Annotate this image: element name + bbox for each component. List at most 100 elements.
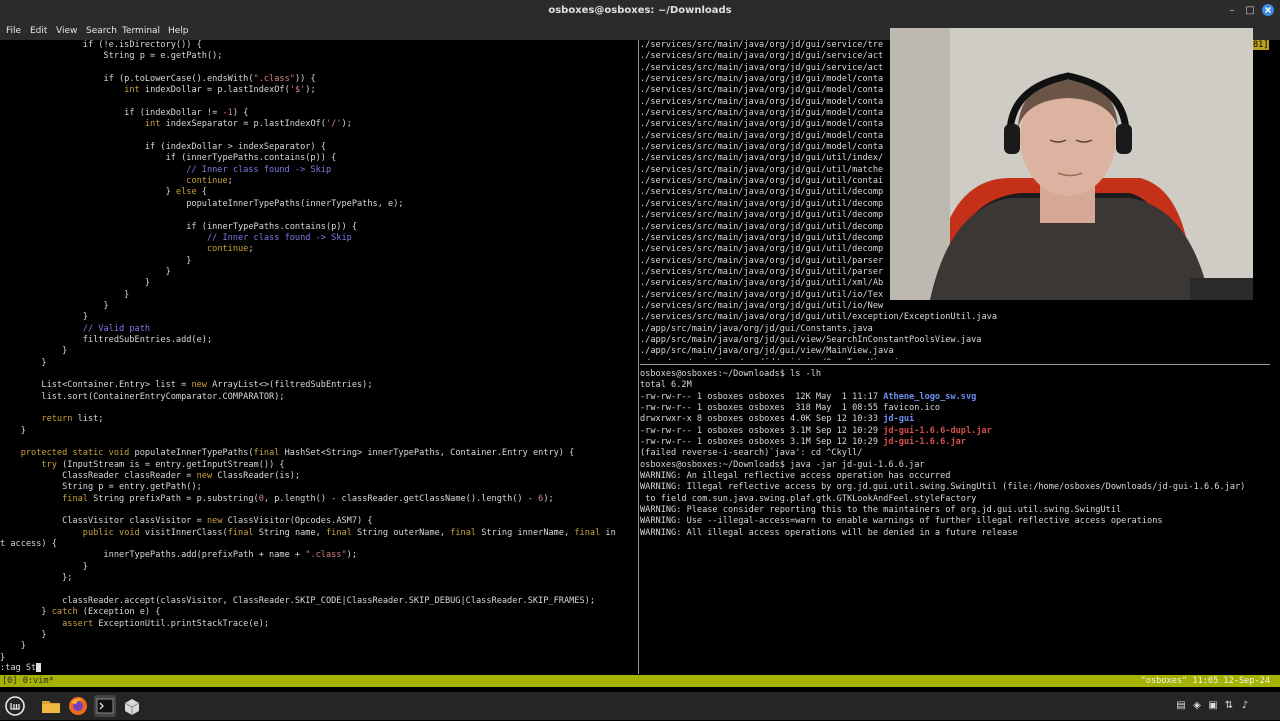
code-token: ".class" <box>253 74 295 85</box>
minimize-icon[interactable]: – <box>1224 3 1240 19</box>
package-icon[interactable] <box>121 695 143 717</box>
menu-edit[interactable]: Edit <box>30 22 47 40</box>
vim-editor-pane[interactable]: if (!e.isDirectory()) { String p = e.get… <box>0 40 637 674</box>
menu-help[interactable]: Help <box>168 22 189 40</box>
code-token: -1 <box>222 108 233 119</box>
menu-search[interactable]: Search <box>86 22 117 40</box>
code-line: populateInnerTypePaths(innerTypePaths, e… <box>0 199 637 210</box>
code-token: osboxes@osboxes:~/Downloads$ ls -lh <box>640 369 822 379</box>
code-token: ExceptionUtil.printStackTrace(e); <box>93 618 270 629</box>
code-line: if (p.toLowerCase().endsWith(".class")) … <box>0 74 637 85</box>
terminal-output-line: -rw-rw-r-- 1 osboxes osboxes 12K May 1 1… <box>640 392 1280 403</box>
code-token: ; <box>227 176 233 187</box>
terminal-output-line: ./app/src/main/java/org/jd/gui/view/Open… <box>640 358 1280 360</box>
vim-command-line[interactable]: :tag St <box>0 663 42 673</box>
files-icon[interactable] <box>40 695 62 717</box>
code-line: } <box>0 641 637 652</box>
maximize-icon[interactable]: □ <box>1242 3 1258 19</box>
code-token: if (indexDollar > indexSeparator) { <box>0 142 326 153</box>
text-cursor <box>36 663 42 672</box>
code-line: public void visitInnerClass(final String… <box>0 528 637 539</box>
terminal-output-line: to field com.sun.java.swing.plaf.gtk.GTK… <box>640 494 1280 505</box>
code-token: public void <box>82 527 140 538</box>
code-line: String p = e.getPath(); <box>0 51 637 62</box>
tmux-window-list[interactable]: [0] 0:vim* <box>2 675 54 687</box>
terminal-output-line: drwxrwxr-x 8 osboxes osboxes 4.0K Sep 12… <box>640 414 1280 425</box>
code-token: } <box>0 289 130 300</box>
shield-icon[interactable]: ◈ <box>1191 700 1203 712</box>
code-line: // Valid path <box>0 324 637 335</box>
code-token: ); <box>305 85 316 96</box>
network-icon[interactable]: ⇅ <box>1223 700 1235 712</box>
code-token: WARNING: Illegal reflective access by or… <box>640 482 1246 493</box>
code-token: } <box>0 300 109 311</box>
menu-file[interactable]: File <box>6 22 21 40</box>
code-token: final <box>450 527 477 538</box>
code-token: return <box>41 414 73 425</box>
code-token: final <box>253 448 280 459</box>
code-token: osboxes@osboxes:~/Downloads$ java -jar j… <box>640 459 925 470</box>
code-token: new <box>196 471 213 482</box>
code-token: assert <box>62 618 94 629</box>
code-token: new <box>191 380 207 391</box>
code-token: continue <box>186 176 228 187</box>
code-token: if (!e.isDirectory()) { <box>0 40 202 50</box>
code-line: } <box>0 312 637 323</box>
code-token: catch <box>51 607 78 618</box>
printer-icon[interactable]: ▣ <box>1207 700 1219 712</box>
code-token: ArrayList<>(filtredSubEntries); <box>206 380 373 391</box>
firefox-icon[interactable] <box>67 695 89 717</box>
code-token: } <box>0 425 26 436</box>
tmux-status-bar: [0] 0:vim* "osboxes" 11:05 12-Sep-24 <box>0 675 1280 687</box>
code-token: Athene_logo_sw.svg <box>883 391 977 402</box>
code-token: } <box>0 278 151 289</box>
code-token: jd-gui-1.6.6-dupl.jar <box>883 425 992 436</box>
terminal-output-line: WARNING: Please consider reporting this … <box>640 505 1280 516</box>
code-token: } <box>0 561 88 572</box>
terminal-output-line: total 6.2M <box>640 380 1280 391</box>
code-line: List<Container.Entry> list = new ArrayLi… <box>0 380 637 391</box>
pane-divider-horizontal[interactable] <box>640 364 1270 365</box>
code-line: } <box>0 267 637 278</box>
code-token: ClassVisitor(Opcodes.ASM7) { <box>222 516 373 527</box>
webcam-person-image <box>890 28 1253 300</box>
code-token: ); <box>543 493 554 504</box>
terminal-output-line: osboxes@osboxes:~/Downloads$ java -jar j… <box>640 460 1280 471</box>
code-token: String outerName, <box>351 527 451 538</box>
code-token: )) { <box>294 74 316 85</box>
terminal-pane-bottom[interactable]: osboxes@osboxes:~/Downloads$ ls -lh total… <box>640 369 1280 674</box>
menu-terminal[interactable]: Terminal <box>122 22 160 40</box>
volume-icon[interactable]: ♪ <box>1239 700 1251 712</box>
code-line: // Inner class found -> Skip <box>0 233 637 244</box>
code-line: int indexDollar = p.lastIndexOf('$'); <box>0 85 637 96</box>
terminal-icon[interactable] <box>94 695 116 717</box>
code-token: if (innerTypePaths.contains(p)) { <box>0 221 357 232</box>
code-token: if (p.toLowerCase().endsWith( <box>0 74 254 85</box>
command-text: :tag St <box>0 663 37 673</box>
close-icon[interactable] <box>1260 3 1276 19</box>
code-line: } catch (Exception e) { <box>0 607 637 618</box>
code-token: '$' <box>289 85 306 96</box>
code-line: classReader.accept(classVisitor, ClassRe… <box>0 596 637 607</box>
mint-menu-icon[interactable] <box>4 695 26 717</box>
code-token: jd-gui-1.6.6.jar <box>883 437 966 448</box>
clipboard-icon[interactable]: ▤ <box>1175 700 1187 712</box>
code-line: assert ExceptionUtil.printStackTrace(e); <box>0 619 637 630</box>
code-line: } <box>0 256 637 267</box>
code-token: HashSet<String> innerTypePaths, Containe… <box>279 448 575 459</box>
code-token: final <box>62 493 88 504</box>
menu-view[interactable]: View <box>56 22 77 40</box>
code-line: } <box>0 346 637 357</box>
code-token: String innerName, <box>476 527 575 538</box>
code-token: WARNING: Use --illegal-access=warn to en… <box>640 516 1163 527</box>
code-token: populateInnerTypePaths(innerTypePaths, e… <box>0 198 404 209</box>
code-line: ClassVisitor classVisitor = new ClassVis… <box>0 516 637 527</box>
code-token: jd-gui <box>883 414 915 425</box>
code-line: // Inner class found -> Skip <box>0 165 637 176</box>
pane-divider-vertical[interactable] <box>638 40 639 674</box>
